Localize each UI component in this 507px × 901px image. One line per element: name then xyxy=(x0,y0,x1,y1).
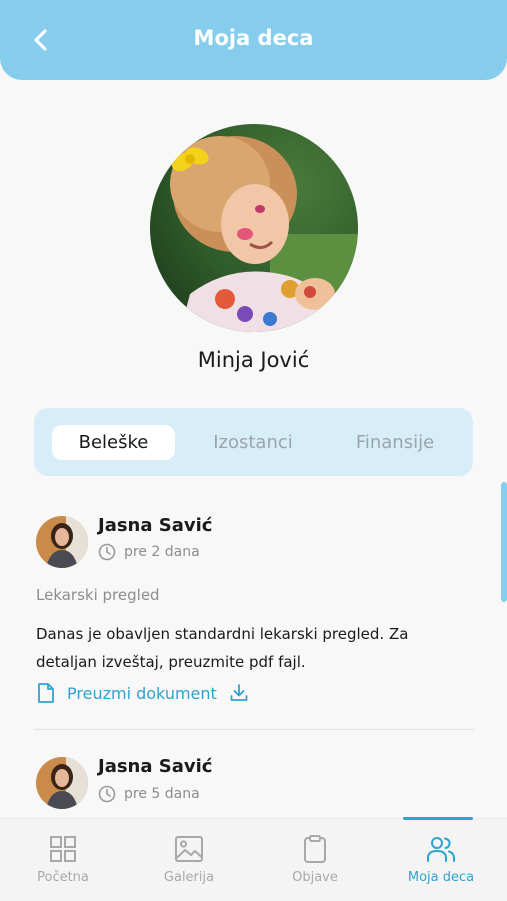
image-icon xyxy=(175,836,203,862)
note-title: Lekarski pregled xyxy=(36,586,160,604)
file-icon xyxy=(38,683,54,703)
nav-label: Početna xyxy=(37,870,89,885)
nav-item-objave[interactable]: Objave xyxy=(252,819,378,901)
download-document-link[interactable]: Preuzmi dokument xyxy=(36,682,249,704)
note-time-text: pre 2 dana xyxy=(124,544,200,560)
note-body: Danas je obavljen standardni lekarski pr… xyxy=(36,625,409,671)
scrollbar[interactable] xyxy=(501,482,507,602)
nav-label: Objave xyxy=(292,870,338,885)
tab-izostanci[interactable]: Izostanci xyxy=(194,425,312,460)
nav-item-galerija[interactable]: Galerija xyxy=(126,819,252,901)
clock-icon xyxy=(98,543,116,561)
avatar xyxy=(36,516,88,568)
download-label: Preuzmi dokument xyxy=(67,683,217,703)
tab-finansije[interactable]: Finansije xyxy=(334,425,456,460)
child-photo xyxy=(150,124,358,332)
nav-item-pocetna[interactable]: Početna xyxy=(0,819,126,901)
grid-icon xyxy=(50,836,76,862)
nav-label: Moja deca xyxy=(407,870,475,885)
note-time: pre 2 dana xyxy=(98,543,200,561)
users-icon xyxy=(427,837,455,862)
note-time: pre 5 dana xyxy=(98,785,200,803)
child-name: Minja Jović xyxy=(197,348,310,372)
divider xyxy=(34,729,474,730)
tab-beleske[interactable]: Beleške xyxy=(52,425,175,460)
tab-bar: Beleške Izostanci Finansije xyxy=(34,408,473,476)
nav-label: Galerija xyxy=(163,870,215,885)
avatar xyxy=(36,757,88,809)
note-author: Jasna Savić xyxy=(98,515,213,536)
download-icon xyxy=(230,684,248,701)
nav-item-moja-deca[interactable]: Moja deca xyxy=(378,819,504,901)
note-time-text: pre 5 dana xyxy=(124,786,200,802)
note-author: Jasna Savić xyxy=(98,756,213,777)
page-title: Moja deca xyxy=(193,26,314,50)
clock-icon xyxy=(98,785,116,803)
clipboard-icon xyxy=(304,835,326,863)
bottom-nav: Početna Galerija Objave Moja deca xyxy=(0,817,507,901)
app-header: Moja deca xyxy=(0,0,507,80)
